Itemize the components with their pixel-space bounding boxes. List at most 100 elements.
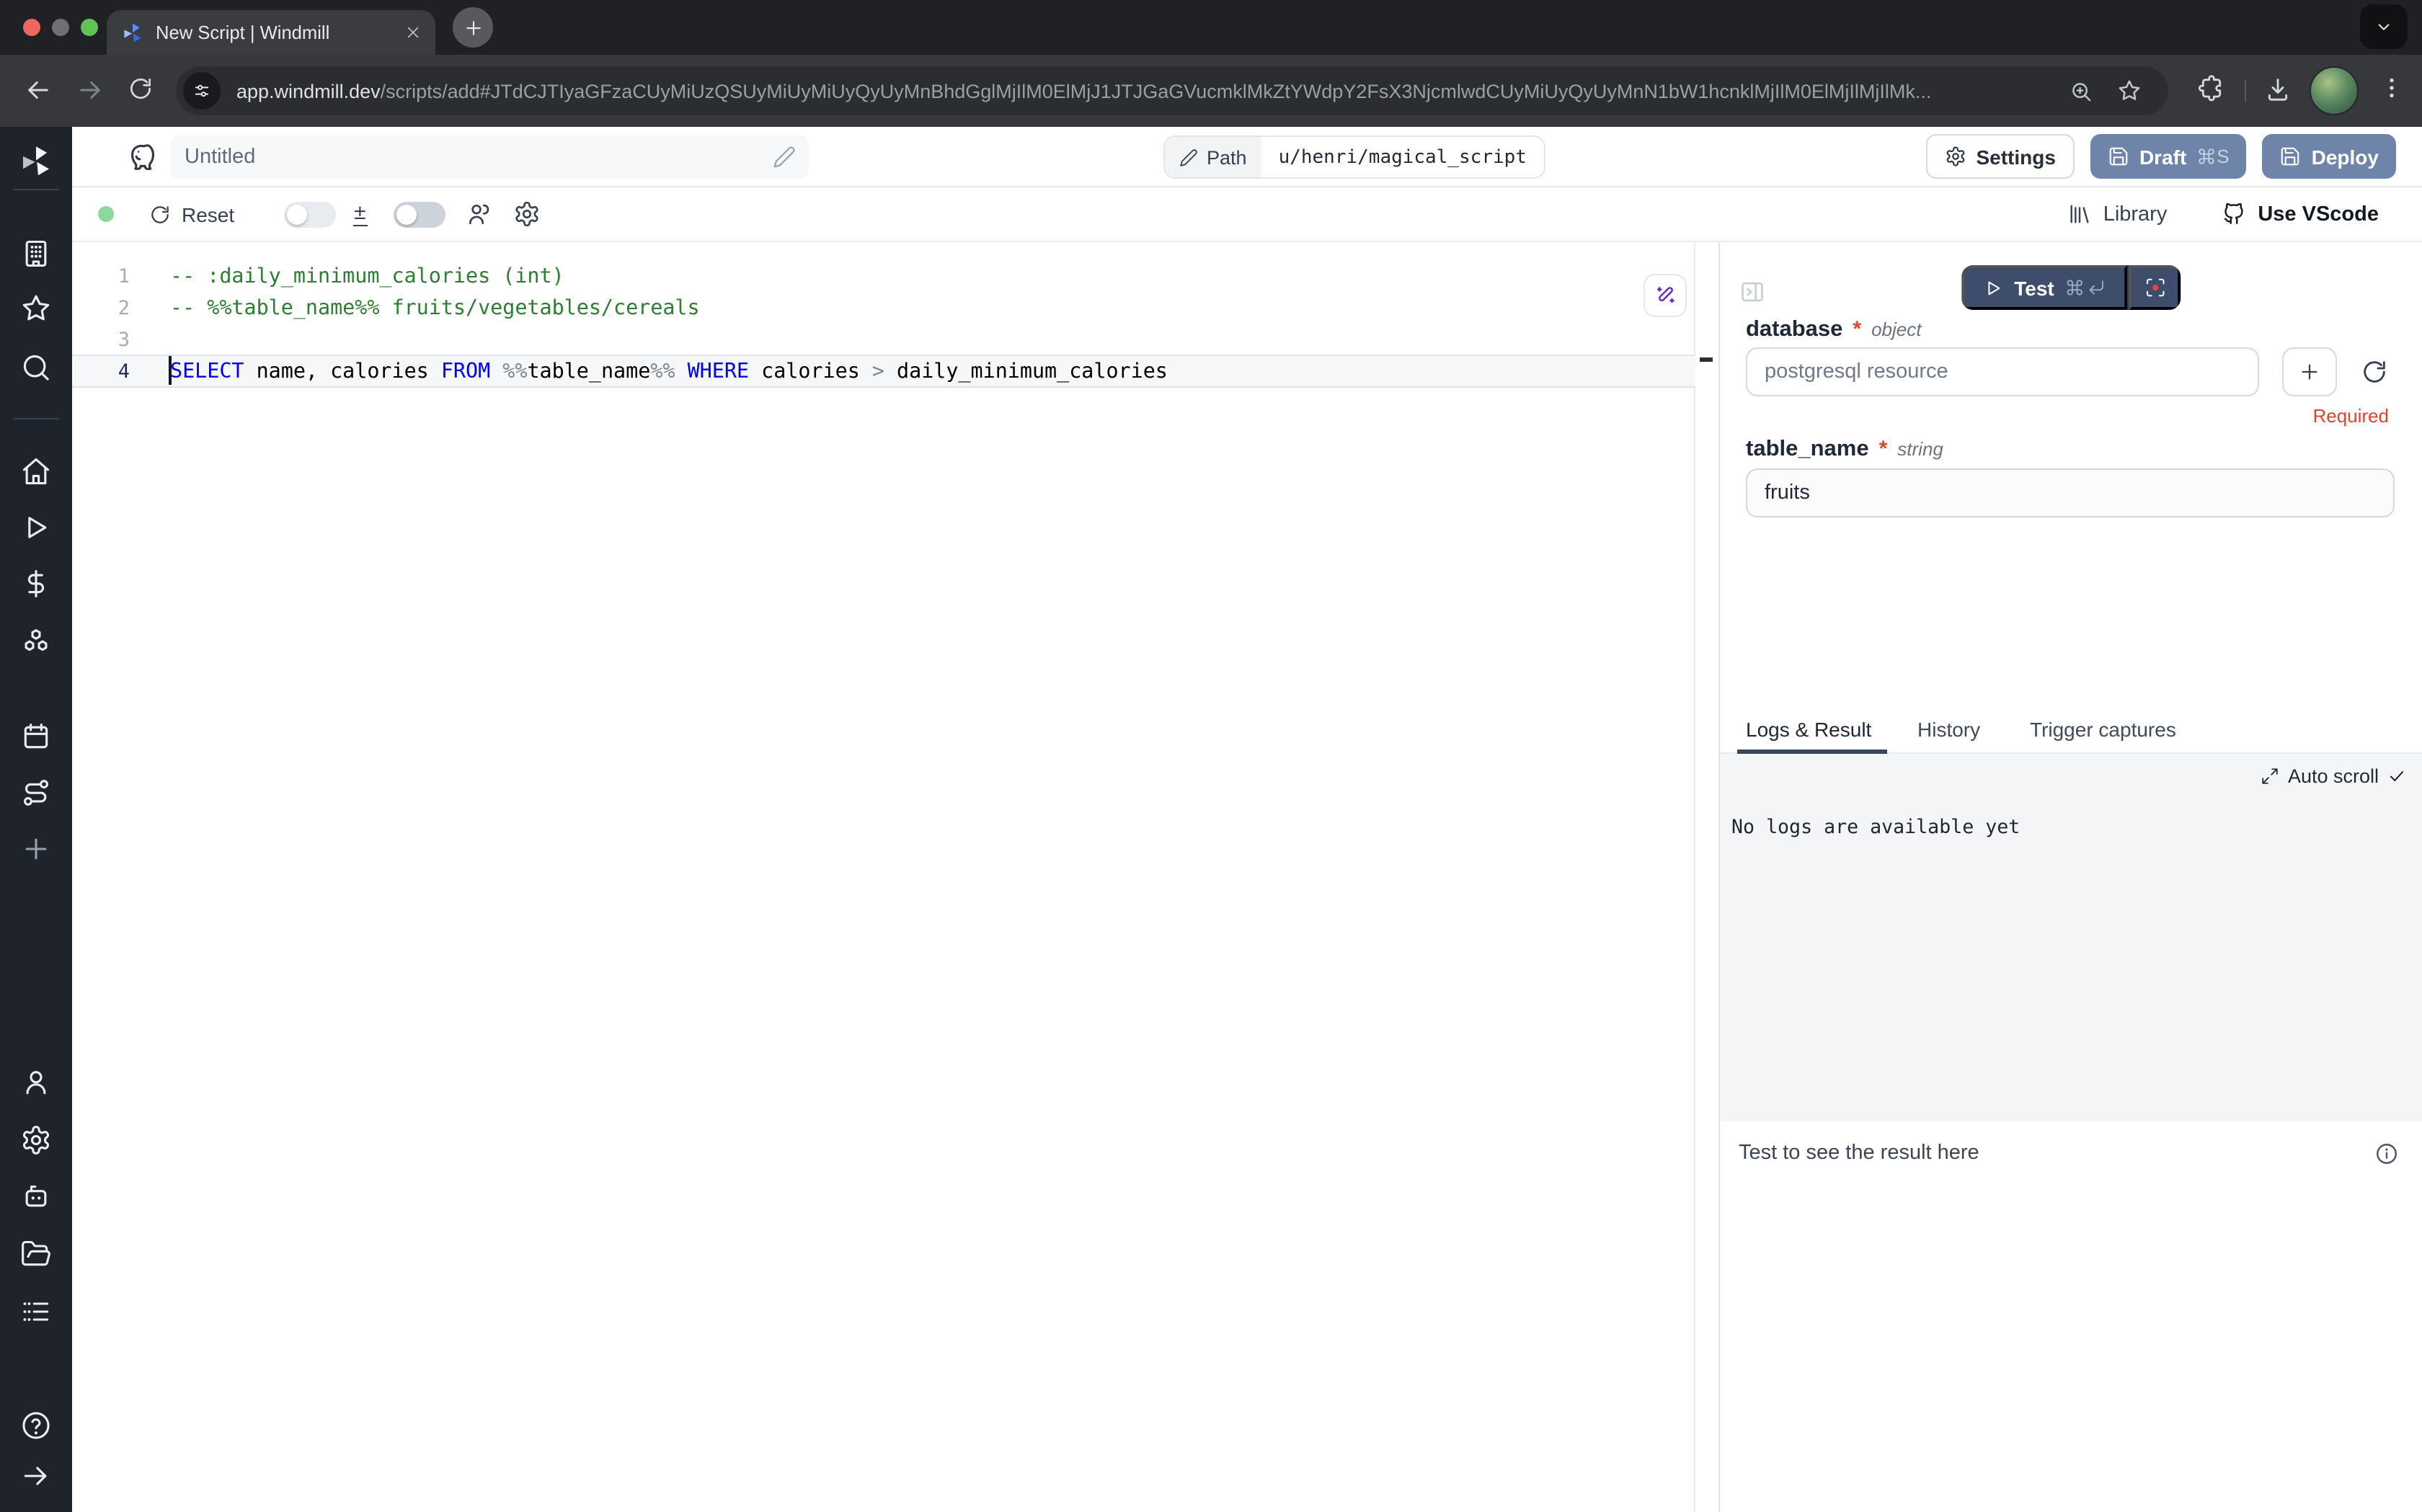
auto-scroll-control[interactable]: Auto scroll bbox=[2261, 765, 2406, 787]
editor-scrollbar[interactable] bbox=[1694, 242, 1695, 1512]
code-line: SELECT name, calories FROM %%table_name%… bbox=[170, 356, 1168, 388]
sidebar-item-help-icon[interactable] bbox=[20, 1410, 52, 1441]
draft-button[interactable]: Draft S bbox=[2090, 134, 2247, 179]
sidebar-item-audit-logs-icon[interactable] bbox=[20, 1296, 52, 1328]
info-icon[interactable] bbox=[2374, 1142, 2399, 1166]
postgresql-icon bbox=[125, 141, 157, 173]
line-number-active: 4 bbox=[72, 356, 130, 388]
script-name-field[interactable] bbox=[170, 135, 809, 179]
edit-pencil-icon[interactable] bbox=[773, 146, 796, 169]
capture-run-button[interactable] bbox=[2129, 265, 2181, 310]
sidebar-item-settings-gear-icon[interactable] bbox=[20, 1124, 52, 1156]
expand-logs-icon[interactable] bbox=[2261, 767, 2279, 786]
use-vscode-button[interactable]: Use VScode bbox=[2222, 202, 2379, 226]
sidebar-item-folders-icon[interactable] bbox=[20, 1238, 52, 1270]
deploy-button[interactable]: Deploy bbox=[2263, 134, 2396, 179]
tab-logs-result[interactable]: Logs & Result bbox=[1746, 718, 1871, 741]
sidebar-item-user-icon[interactable] bbox=[20, 1067, 52, 1098]
table-name-input[interactable] bbox=[1746, 468, 2395, 517]
draft-shortcut: S bbox=[2196, 146, 2229, 167]
sidebar-item-runs-icon[interactable] bbox=[20, 512, 52, 543]
scan-record-icon bbox=[2144, 277, 2166, 298]
minimize-window-button[interactable] bbox=[52, 19, 69, 36]
chevron-down-icon bbox=[2373, 16, 2395, 37]
sidebar-item-variables-icon[interactable] bbox=[20, 568, 52, 600]
logs-empty-text: No logs are available yet bbox=[1731, 817, 2020, 839]
diff-toggle[interactable] bbox=[283, 201, 335, 227]
ai-assistant-button[interactable] bbox=[1644, 274, 1687, 317]
script-name-input[interactable] bbox=[170, 135, 809, 179]
collapse-panel-icon[interactable] bbox=[1739, 278, 1766, 306]
close-tab-icon[interactable] bbox=[405, 25, 421, 40]
sidebar-item-home-icon[interactable] bbox=[20, 455, 52, 487]
status-dot bbox=[98, 206, 114, 222]
new-tab-button[interactable] bbox=[453, 7, 493, 48]
address-bar[interactable]: app.windmill.dev/scripts/add#JTdCJTIyaGF… bbox=[176, 66, 2168, 115]
reload-icon[interactable] bbox=[127, 75, 154, 102]
sidebar-item-resources-icon[interactable] bbox=[20, 627, 52, 659]
sidebar-item-routes-icon[interactable] bbox=[20, 777, 52, 809]
profile-avatar[interactable] bbox=[2310, 66, 2359, 115]
settings-label: Settings bbox=[1976, 145, 2055, 168]
code-editor[interactable]: 1 2 3 4 -- :daily_minimum_calories (int)… bbox=[72, 242, 1718, 1512]
sidebar-item-schedules-icon[interactable] bbox=[20, 721, 52, 752]
browser-tab[interactable]: New Script | Windmill bbox=[107, 10, 435, 55]
multiplayer-toggle[interactable] bbox=[394, 201, 445, 227]
forward-icon[interactable] bbox=[75, 75, 105, 105]
code-line: -- %%table_name%% fruits/vegetables/cere… bbox=[170, 293, 700, 324]
users-icon bbox=[466, 200, 493, 228]
test-label: Test bbox=[2014, 276, 2054, 299]
plus-icon bbox=[2298, 360, 2321, 383]
add-resource-button[interactable] bbox=[2282, 347, 2337, 396]
browser-navbar: app.windmill.dev/scripts/add#JTdCJTIyaGF… bbox=[0, 55, 2422, 127]
sidebar-item-favorites-star-icon[interactable] bbox=[20, 293, 52, 324]
editor-settings-gear-icon[interactable] bbox=[513, 200, 541, 228]
path-chip[interactable]: Path u/henri/magical_script bbox=[1163, 135, 1545, 179]
test-button-group: Test bbox=[1961, 265, 2181, 310]
database-resource-input[interactable] bbox=[1746, 347, 2259, 396]
overview-ruler-mark bbox=[1700, 357, 1713, 361]
extensions-icon[interactable] bbox=[2197, 75, 2226, 104]
sidebar-item-search-icon[interactable] bbox=[20, 352, 52, 383]
tab-history[interactable]: History bbox=[1917, 718, 1980, 741]
gear-icon bbox=[1944, 146, 1966, 167]
magic-wand-icon bbox=[1653, 283, 1677, 308]
close-window-button[interactable] bbox=[23, 19, 40, 36]
test-button[interactable]: Test bbox=[1961, 265, 2128, 310]
library-button[interactable]: Library bbox=[2067, 202, 2168, 226]
zoom-window-button[interactable] bbox=[81, 19, 98, 36]
plus-icon bbox=[462, 17, 484, 38]
back-icon[interactable] bbox=[23, 75, 53, 105]
editor-toolbar: Reset ± Library Use VScode bbox=[72, 187, 2422, 242]
reset-button[interactable]: Reset bbox=[148, 203, 234, 226]
deploy-label: Deploy bbox=[2312, 145, 2379, 168]
field-label-table-name: table_name* string bbox=[1746, 437, 1943, 463]
script-header: Path u/henri/magical_script Settings Dra… bbox=[72, 127, 2422, 187]
settings-button[interactable]: Settings bbox=[1925, 134, 2074, 179]
browser-tabstrip: New Script | Windmill bbox=[0, 0, 2422, 55]
github-cat-icon bbox=[2222, 202, 2246, 226]
browser-menu-icon[interactable] bbox=[2379, 75, 2405, 101]
run-panel: Test bbox=[1718, 242, 2422, 1512]
logs-area: Auto scroll No logs are available yet bbox=[1720, 754, 2422, 1121]
download-icon[interactable] bbox=[2263, 75, 2292, 104]
sidebar-item-workspace-icon[interactable] bbox=[20, 238, 52, 270]
text-cursor bbox=[169, 356, 171, 385]
tab-search-button[interactable] bbox=[2360, 4, 2408, 49]
zoom-icon[interactable] bbox=[2069, 79, 2093, 104]
tab-title: New Script | Windmill bbox=[156, 22, 394, 43]
tab-trigger-captures[interactable]: Trigger captures bbox=[2030, 718, 2176, 741]
path-value: u/henri/magical_script bbox=[1261, 137, 1544, 177]
refresh-resources-icon[interactable] bbox=[2360, 357, 2389, 386]
bookmark-star-icon[interactable] bbox=[2116, 78, 2142, 104]
sidebar-item-create-plus-icon[interactable] bbox=[20, 833, 52, 865]
test-shortcut bbox=[2066, 278, 2106, 297]
site-info-button[interactable] bbox=[183, 72, 221, 110]
sidebar-item-workers-bot-icon[interactable] bbox=[20, 1180, 52, 1212]
reset-refresh-icon bbox=[148, 203, 172, 226]
play-icon bbox=[1982, 277, 2002, 298]
main-column: Path u/henri/magical_script Settings Dra… bbox=[72, 127, 2422, 1512]
auto-scroll-label: Auto scroll bbox=[2288, 765, 2379, 787]
sidebar-expand-arrow-icon[interactable] bbox=[20, 1460, 52, 1492]
windmill-logo-icon[interactable] bbox=[17, 143, 55, 180]
